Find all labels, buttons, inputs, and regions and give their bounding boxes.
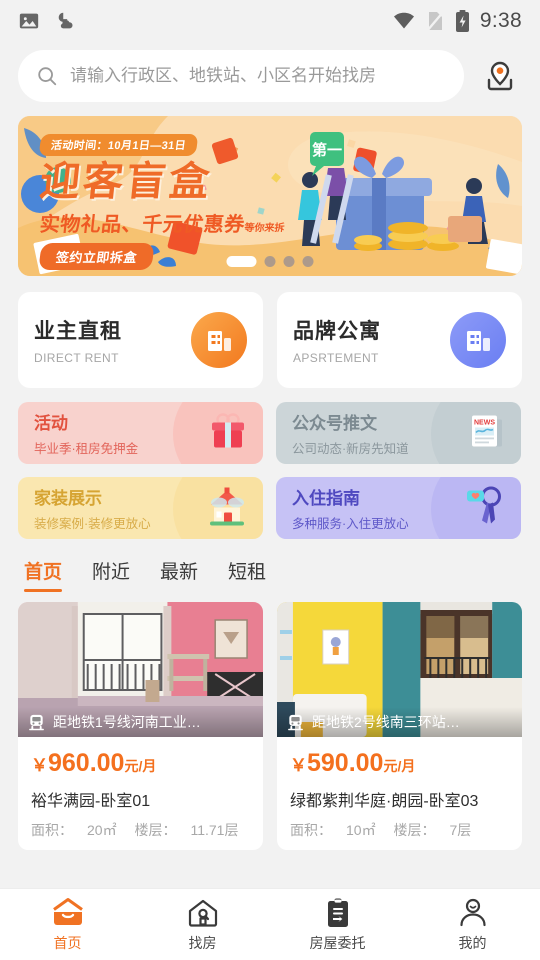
listing-name: 裕华满园-卧室01 (31, 793, 151, 810)
promo-tile-checkin-guide[interactable]: 入住指南 多种服务·入住更放心 (276, 477, 521, 539)
banner-dot-2[interactable] (264, 256, 276, 267)
category-cards: 业主直租 DIRECT RENT 品牌公寓 APSRTEMENT (0, 276, 540, 388)
listing-meta: 面积： 10㎡ 楼层： 7层 (290, 820, 509, 840)
listing-photo: 距地铁2号线南三环站… (277, 602, 522, 737)
category-card-subtitle: APSRTEMENT (293, 351, 379, 365)
nav-item-label: 我的 (458, 934, 487, 951)
building-icon (191, 312, 247, 368)
house-search-icon (186, 897, 220, 929)
status-bar-left (18, 10, 78, 32)
status-bar-right: 9:38 (392, 9, 522, 33)
user-icon (457, 897, 489, 929)
banner-dot-4[interactable] (302, 256, 314, 267)
listing-subway-tag: 距地铁2号线南三环站… (277, 707, 522, 737)
search-input[interactable] (70, 66, 446, 86)
listing-price-unit: 元/月 (124, 758, 157, 774)
location-button[interactable] (478, 54, 522, 98)
tab-short-rent[interactable]: 短租 (228, 557, 266, 594)
category-card-title: 业主直租 (34, 320, 122, 343)
search-box[interactable] (18, 50, 464, 102)
category-card-title: 品牌公寓 (293, 320, 381, 343)
battery-charging-icon (455, 9, 470, 33)
nav-item-mine[interactable]: 我的 (405, 897, 540, 953)
banner-title: 迎客盲盒 (37, 160, 215, 204)
keys-icon (463, 486, 507, 531)
listing-floor: 楼层： 11.71层 (134, 822, 239, 838)
news-icon: NEWS (467, 411, 507, 456)
category-card-direct-rent[interactable]: 业主直租 DIRECT RENT (18, 292, 263, 388)
banner-subtitle-main: 实物礼品、千元优惠券 (38, 214, 246, 236)
category-card-text: 品牌公寓 APSRTEMENT (293, 315, 442, 365)
map-pin-icon (480, 56, 520, 96)
promo-banner[interactable]: 第一 活动时间：10月1日—31日 迎客盲盒 实物礼品、千元优惠券等你来拆 签约… (18, 116, 522, 276)
listing-subway-text: 距地铁2号线南三环站… (312, 714, 460, 730)
promo-tile-official-account[interactable]: 公众号推文 公司动态·新房先知道 NEWS (276, 402, 521, 464)
sim-off-icon (426, 10, 445, 32)
banner-cta-button[interactable]: 签约立即拆盒 (38, 243, 155, 270)
category-card-text: 业主直租 DIRECT RENT (34, 315, 183, 365)
promo-tile-home-decoration[interactable]: 家装展示 装修案例·装修更放心 (18, 477, 263, 539)
search-row (0, 42, 540, 116)
nav-item-home[interactable]: 首页 (0, 897, 135, 953)
listing-currency: ￥ (31, 756, 48, 775)
nav-item-find-house[interactable]: 找房 (135, 897, 270, 953)
gift-icon (207, 412, 249, 455)
listing-subway-text: 距地铁1号线河南工业… (53, 714, 201, 730)
listing-card[interactable]: 距地铁2号线南三环站… ￥590.00元/月 绿都紫荆华庭·朗园-卧室03 面积… (277, 602, 522, 850)
subway-icon (286, 713, 305, 732)
banner-period-badge: 活动时间：10月1日—31日 (38, 134, 199, 156)
status-bar: 9:38 (0, 0, 540, 42)
banner-subtitle: 实物礼品、千元优惠券等你来拆 (38, 208, 291, 237)
image-icon (18, 10, 40, 32)
banner-subtitle-small: 等你来拆 (243, 223, 285, 234)
nav-item-label: 找房 (188, 934, 217, 951)
banner-text-block: 活动时间：10月1日—31日 迎客盲盒 实物礼品、千元优惠券等你来拆 签约立即拆… (37, 134, 291, 270)
banner-dot-3[interactable] (283, 256, 295, 267)
promo-tile-activity[interactable]: 活动 毕业季·租房免押金 (18, 402, 263, 464)
svg-text:NEWS: NEWS (474, 420, 495, 427)
app-screen: 9:38 请输入行政区、地铁站、小区名开始找房 第一 活动时间：10月1日—31… (0, 0, 540, 960)
listing-photo: 距地铁1号线河南工业… (18, 602, 263, 737)
listing-currency: ￥ (290, 756, 307, 775)
tab-latest[interactable]: 最新 (160, 557, 198, 594)
clipboard-icon (322, 897, 354, 929)
listing-area: 面积： 20㎡ (31, 822, 117, 838)
listing-card[interactable]: 距地铁1号线河南工业… ￥960.00元/月 裕华满园-卧室01 面积： 20㎡ … (18, 602, 263, 850)
subway-icon (27, 713, 46, 732)
nav-item-house-entrust[interactable]: 房屋委托 (270, 897, 405, 953)
listing-tabs: 首页 附近 最新 短租 (0, 539, 540, 594)
listing-price-unit: 元/月 (383, 758, 416, 774)
listing-name: 绿都紫荆华庭·朗园-卧室03 (290, 793, 479, 810)
listing-amount: 590.00 (307, 749, 384, 777)
listing-grid: 距地铁1号线河南工业… ￥960.00元/月 裕华满园-卧室01 面积： 20㎡ … (0, 594, 540, 850)
wifi-icon (392, 11, 416, 31)
nav-item-label: 房屋委托 (309, 934, 366, 951)
listing-floor: 楼层： 7层 (393, 822, 472, 838)
listing-amount: 960.00 (48, 749, 125, 777)
listing-subway-tag: 距地铁1号线河南工业… (18, 707, 263, 737)
tab-home[interactable]: 首页 (24, 557, 63, 594)
listing-body: ￥960.00元/月 裕华满园-卧室01 面积： 20㎡ 楼层： 11.71层 (18, 737, 263, 850)
listing-meta: 面积： 20㎡ 楼层： 11.71层 (31, 820, 250, 840)
status-bar-clock: 9:38 (479, 9, 522, 32)
weather-icon (54, 10, 78, 32)
svg-text:第一: 第一 (312, 141, 342, 159)
tab-nearby[interactable]: 附近 (92, 557, 130, 594)
building-icon (450, 312, 506, 368)
listing-price: ￥960.00元/月 (31, 749, 250, 778)
bottom-navigation: 首页 找房 房屋委托 我的 (0, 888, 540, 960)
house-icon (205, 486, 249, 531)
category-card-apartment[interactable]: 品牌公寓 APSRTEMENT (277, 292, 522, 388)
listing-price: ￥590.00元/月 (290, 749, 509, 778)
nav-item-label: 首页 (53, 934, 82, 951)
promo-tiles: 活动 毕业季·租房免押金 公众号推文 公司动态·新房先知道 NEWS 家装展示 … (0, 388, 540, 539)
listing-area: 面积： 10㎡ (290, 822, 376, 838)
search-icon (36, 65, 58, 87)
category-card-subtitle: DIRECT RENT (34, 351, 119, 365)
home-icon (51, 897, 85, 929)
banner-pagination[interactable] (226, 256, 314, 267)
banner-dot-1[interactable] (226, 256, 257, 267)
listing-body: ￥590.00元/月 绿都紫荆华庭·朗园-卧室03 面积： 10㎡ 楼层： 7层 (277, 737, 522, 850)
